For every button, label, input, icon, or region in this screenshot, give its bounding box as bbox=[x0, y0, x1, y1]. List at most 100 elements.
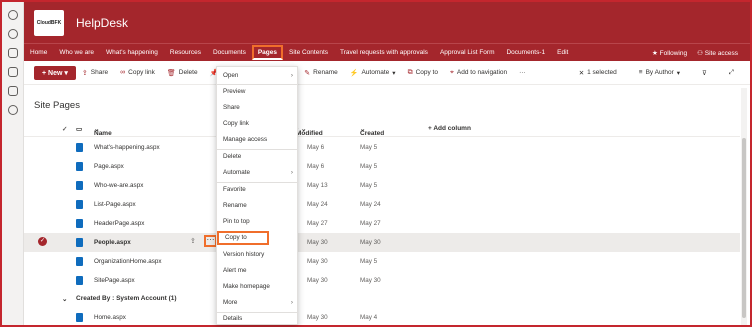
nav-edit[interactable]: Edit bbox=[551, 49, 574, 56]
created-date: May 27 bbox=[360, 220, 381, 227]
file-name[interactable]: HeaderPage.aspx bbox=[94, 220, 144, 227]
column-name[interactable]: Name ⌄ bbox=[94, 125, 112, 137]
lists-icon[interactable] bbox=[7, 86, 18, 96]
created-date: May 30 bbox=[360, 239, 381, 246]
menu-item-version-history[interactable]: Version history bbox=[217, 248, 297, 262]
menu-item-copy-link[interactable]: Copy link bbox=[217, 117, 297, 131]
nav-who-we-are[interactable]: Who we are bbox=[53, 49, 100, 56]
context-menu: Open › Preview Share Copy link Manage acc… bbox=[216, 66, 298, 325]
table-row[interactable]: Home.aspx May 30 May 4 bbox=[24, 308, 740, 327]
table-row[interactable]: SitePage.aspx May 30 May 30 bbox=[24, 271, 740, 290]
table-row[interactable]: HeaderPage.aspx May 27 May 27 bbox=[24, 214, 740, 233]
modified-date: May 30 bbox=[307, 258, 328, 265]
filter-button[interactable]: ⊽ bbox=[696, 69, 713, 77]
file-name[interactable]: OrganizationHome.aspx bbox=[94, 258, 162, 265]
site-access-button[interactable]: ⚇ Site access bbox=[697, 49, 738, 57]
automate-button[interactable]: ⚡ Automate ▾ bbox=[344, 69, 402, 77]
menu-item-automate[interactable]: Automate › bbox=[217, 166, 297, 180]
menu-item-details[interactable]: Details bbox=[217, 312, 297, 326]
page-icon bbox=[76, 181, 83, 190]
table-row[interactable]: Who-we-are.aspx May 13 May 5 bbox=[24, 176, 740, 195]
nav-documents[interactable]: Documents bbox=[207, 49, 252, 56]
file-name[interactable]: Who-we-are.aspx bbox=[94, 182, 143, 189]
add-column-button[interactable]: + Add column bbox=[428, 125, 471, 132]
menu-item-preview[interactable]: Preview bbox=[217, 85, 297, 99]
automate-icon: ⚡ bbox=[349, 69, 359, 77]
site-title[interactable]: HelpDesk bbox=[76, 16, 128, 30]
add-to-navigation-button[interactable]: ⌖ Add to navigation bbox=[444, 69, 513, 77]
nav-documents-1[interactable]: Documents-1 bbox=[500, 49, 551, 56]
created-date: May 5 bbox=[360, 182, 378, 189]
group-header[interactable]: ⌄ Created By : System Account (1) bbox=[24, 291, 740, 306]
page-icon bbox=[76, 313, 83, 322]
menu-item-make-homepage[interactable]: Make homepage bbox=[217, 280, 297, 294]
close-icon: ✕ bbox=[578, 69, 585, 77]
copy-link-button[interactable]: ∞ Copy link bbox=[114, 69, 161, 76]
create-icon[interactable] bbox=[7, 105, 18, 115]
checkmark-icon[interactable]: ✓ bbox=[38, 237, 47, 246]
created-date: May 4 bbox=[360, 314, 378, 321]
expand-icon: ⤢ bbox=[728, 68, 734, 76]
menu-item-manage-access[interactable]: Manage access bbox=[217, 133, 297, 147]
share-label: Share bbox=[90, 69, 109, 76]
home-icon[interactable] bbox=[7, 10, 18, 20]
table-row[interactable]: OrganizationHome.aspx May 30 May 5 bbox=[24, 252, 740, 271]
site-access-label: Site access bbox=[704, 49, 738, 57]
modified-date: May 27 bbox=[307, 220, 328, 227]
column-created[interactable]: Created ⌄ bbox=[360, 125, 384, 137]
file-name[interactable]: SitePage.aspx bbox=[94, 277, 135, 284]
globe-icon[interactable] bbox=[7, 29, 18, 39]
menu-item-copy-to[interactable]: Copy to bbox=[217, 231, 269, 245]
menu-item-favorite[interactable]: Favorite bbox=[217, 183, 297, 197]
rename-label: Rename bbox=[313, 69, 338, 76]
files-icon[interactable] bbox=[7, 67, 18, 77]
vertical-scrollbar[interactable] bbox=[741, 88, 747, 325]
menu-item-delete[interactable]: Delete bbox=[217, 150, 297, 164]
select-all-checkbox[interactable]: ✓ bbox=[62, 125, 67, 133]
file-type-icon[interactable]: ▭ bbox=[76, 125, 82, 133]
nav-home[interactable]: Home bbox=[24, 49, 53, 56]
following-button[interactable]: ★ Following bbox=[652, 49, 687, 57]
menu-item-share[interactable]: Share bbox=[217, 101, 297, 115]
more-commands-button[interactable]: ··· bbox=[513, 69, 532, 76]
file-name[interactable]: Page.aspx bbox=[94, 163, 124, 170]
nav-approval-list-form[interactable]: Approval List Form bbox=[434, 49, 501, 56]
created-date: May 24 bbox=[360, 201, 381, 208]
table-row[interactable]: What's-happening.aspx May 6 May 5 bbox=[24, 138, 740, 157]
new-button[interactable]: + New ▾ bbox=[34, 65, 76, 80]
scrollbar-thumb[interactable] bbox=[742, 138, 746, 318]
menu-item-open[interactable]: Open › bbox=[217, 69, 297, 83]
menu-item-alert-me[interactable]: Alert me bbox=[217, 264, 297, 278]
fullscreen-button[interactable]: ⤢ bbox=[723, 69, 740, 77]
table-row[interactable]: List-Page.aspx May 24 May 24 bbox=[24, 195, 740, 214]
table-row-selected[interactable]: ✓ People.aspx ⇪ ··· May 30 May 30 bbox=[24, 233, 740, 252]
page-icon bbox=[76, 219, 83, 228]
clear-selection-button[interactable]: ✕ 1 selected bbox=[573, 69, 623, 77]
file-name[interactable]: List-Page.aspx bbox=[94, 201, 136, 208]
rename-button[interactable]: ✎ Rename bbox=[298, 69, 343, 77]
file-name[interactable]: People.aspx bbox=[94, 239, 131, 246]
file-name[interactable]: What's-happening.aspx bbox=[94, 144, 160, 151]
menu-item-pin-to-top[interactable]: Pin to top bbox=[217, 215, 297, 229]
share-icon[interactable]: ⇪ bbox=[190, 237, 196, 245]
nav-site-contents[interactable]: Site Contents bbox=[283, 49, 334, 56]
nav-whats-happening[interactable]: What's happening bbox=[100, 49, 164, 56]
menu-item-more[interactable]: More › bbox=[217, 296, 297, 310]
rename-icon: ✎ bbox=[304, 69, 311, 77]
chevron-down-icon[interactable]: ⌄ bbox=[62, 295, 67, 303]
table-row[interactable]: Page.aspx May 6 May 5 bbox=[24, 157, 740, 176]
view-options-button[interactable]: ≡ By Author ▾ bbox=[633, 69, 686, 77]
modified-date: May 13 bbox=[307, 182, 328, 189]
news-icon[interactable] bbox=[7, 48, 18, 58]
site-logo[interactable]: CloudBFK bbox=[34, 10, 64, 36]
nav-pages[interactable]: Pages bbox=[251, 45, 283, 60]
file-name[interactable]: Home.aspx bbox=[94, 314, 126, 321]
copy-to-button[interactable]: ⧉ Copy to bbox=[402, 69, 444, 77]
nav-resources[interactable]: Resources bbox=[164, 49, 207, 56]
share-button[interactable]: ⇪ Share bbox=[76, 69, 114, 77]
created-date: May 30 bbox=[360, 277, 381, 284]
menu-item-rename[interactable]: Rename bbox=[217, 199, 297, 213]
delete-button[interactable]: 🗑 Delete bbox=[161, 69, 204, 77]
nav-travel-requests[interactable]: Travel requests with approvals bbox=[334, 49, 434, 56]
trash-icon: 🗑 bbox=[166, 69, 176, 77]
